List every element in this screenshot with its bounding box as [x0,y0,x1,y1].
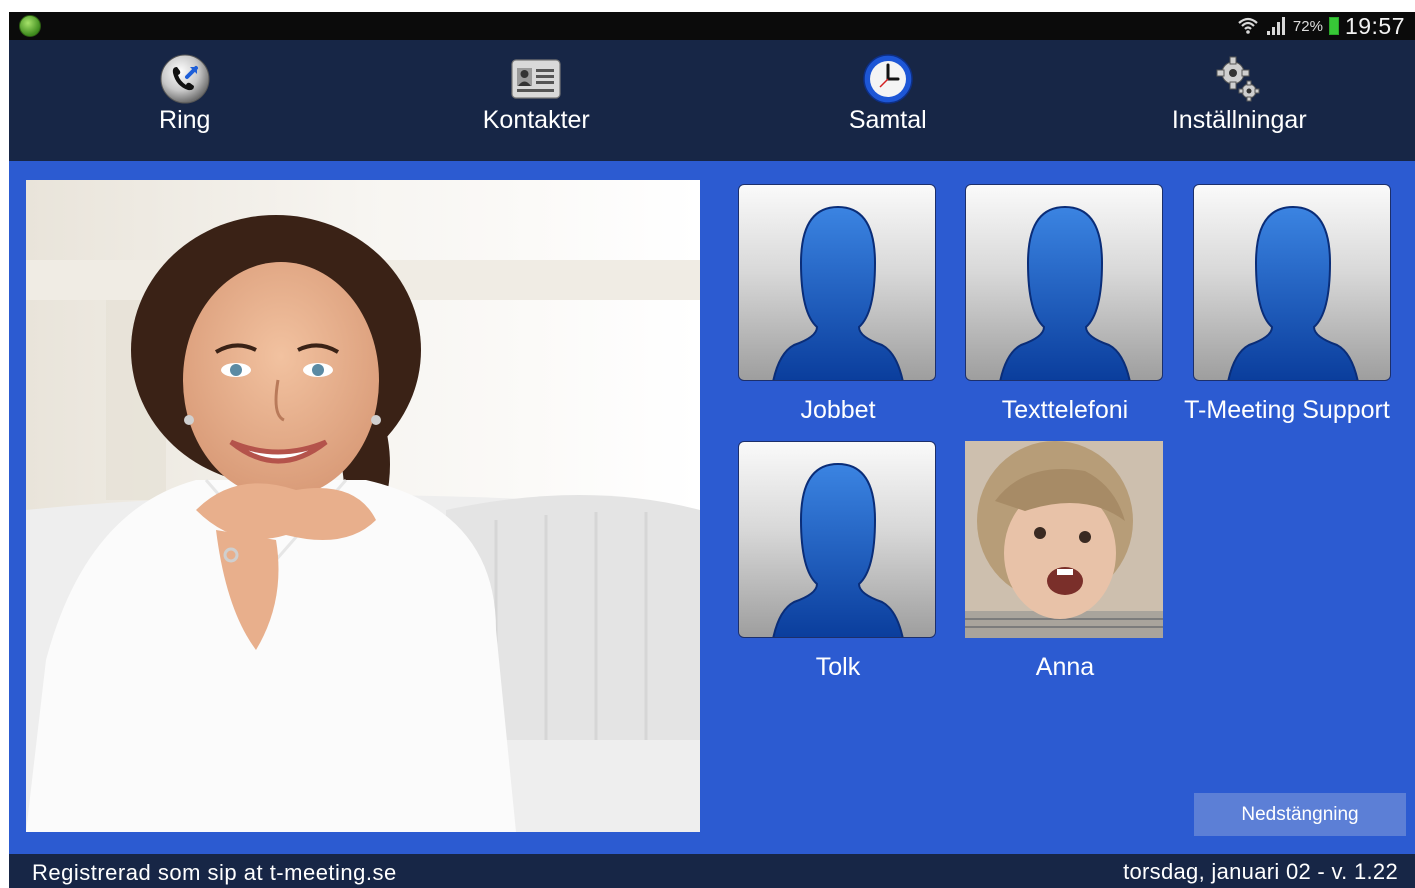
nav-label-samtal: Samtal [848,106,927,134]
wifi-icon [1238,17,1258,34]
contact-texttelefoni[interactable]: Texttelefoni [965,184,1165,425]
contact-anna[interactable]: Anna [965,441,1165,682]
contact-tolk[interactable]: Tolk [738,441,938,682]
hero-photo [26,180,700,832]
contact-name: T-Meeting Support [1184,396,1390,424]
date-version: torsdag, januari 02 - v. 1.22 [1123,859,1398,884]
shutdown-button[interactable]: Nedstängning [1194,793,1406,836]
default-avatar-icon [738,441,936,638]
nav-label-installningar: Inställningar [1171,106,1307,134]
status-clock: 19:57 [1344,12,1405,39]
app-frame: 72% 19:57 Ring Kontakter Samtal Inställn… [9,12,1415,888]
nav-label-kontakter: Kontakter [482,106,590,134]
top-navigation: Ring Kontakter Samtal Inställningar [9,40,1415,161]
contact-name: Texttelefoni [1001,396,1129,424]
gears-icon [1212,52,1266,106]
footer-bar: Registrerad som sip at t-meeting.se tors… [9,854,1415,888]
nav-label-ring: Ring [159,106,211,134]
contact-jobbet[interactable]: Jobbet [738,184,938,425]
default-avatar-icon [965,184,1163,381]
default-avatar-icon [738,184,936,381]
contact-name: Anna [1035,653,1095,681]
clock-icon [861,52,915,106]
nav-item-kontakter[interactable]: Kontakter [361,40,713,161]
nav-item-ring[interactable]: Ring [9,40,361,161]
contact-name: Jobbet [800,396,876,424]
contact-t-meeting-support[interactable]: T-Meeting Support [1184,184,1393,425]
default-avatar-icon [1193,184,1391,381]
app-logo-icon [19,15,41,37]
main-area: Jobbet Texttelefoni T-Meeting Support To… [9,161,1415,854]
contact-name: Tolk [815,653,861,681]
status-bar: 72% 19:57 [9,12,1415,40]
registration-status: Registrerad som sip at t-meeting.se [32,860,397,885]
nav-item-samtal[interactable]: Samtal [712,40,1064,161]
phone-icon [158,52,212,106]
contact-photo [965,441,1163,638]
status-indicators: 72% 19:57 [1237,12,1405,40]
battery-percent: 72% [1292,17,1323,35]
nav-item-installningar[interactable]: Inställningar [1064,40,1415,161]
contact-card-icon [509,52,563,106]
battery-icon [1328,17,1339,35]
signal-icon [1266,17,1285,35]
